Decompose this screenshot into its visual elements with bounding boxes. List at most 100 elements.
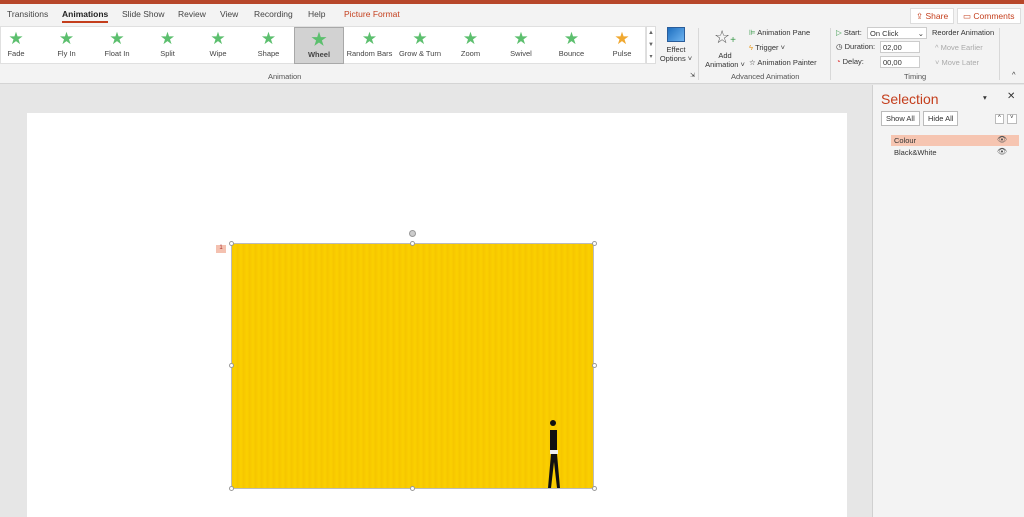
reorder-animation-label: Reorder Animation [932, 28, 995, 37]
effect-options-icon [667, 27, 685, 42]
star-icon: ★ [563, 29, 580, 48]
delay-clock-icon: ◔ [836, 57, 843, 66]
resize-handle[interactable] [592, 486, 597, 491]
delay-label-text: Delay: [842, 57, 864, 66]
start-dropdown[interactable]: On Click ⌄ [867, 27, 927, 39]
effect-options-button[interactable]: Effect Options ˅ [658, 27, 694, 63]
animation-float-in[interactable]: ★ Float In [92, 27, 142, 64]
add-animation-button[interactable]: ☆+ Add Animation ˅ [703, 27, 747, 69]
animation-label: Grow & Turn [398, 49, 442, 58]
hide-all-button[interactable]: Hide All [923, 111, 959, 126]
star-icon: ★ [361, 29, 378, 48]
selection-item[interactable]: Colour 👁 [891, 135, 1019, 146]
animation-zoom[interactable]: ★ Zoom [446, 27, 496, 64]
star-icon: ★ [159, 29, 176, 48]
tab-slide-show[interactable]: Slide Show [122, 9, 165, 19]
animation-shape[interactable]: ★ Shape [244, 27, 294, 64]
effect-options-label: Effect [666, 45, 686, 54]
animation-order-tag[interactable]: 1 [216, 245, 226, 253]
animation-painter-button[interactable]: ☆ Animation Painter [749, 58, 817, 67]
move-later-label: Move Later [941, 58, 979, 67]
resize-handle[interactable] [229, 363, 234, 368]
resize-handle[interactable] [410, 241, 415, 246]
resize-handle[interactable] [410, 486, 415, 491]
move-later-button[interactable]: ˅ Move Later [935, 58, 979, 67]
animation-group-label: Animation [268, 72, 302, 81]
show-all-button[interactable]: Show All [881, 111, 920, 126]
start-value: On Click [870, 29, 899, 38]
trigger-button[interactable]: ϟ Trigger ˅ [749, 43, 785, 52]
animation-bounce[interactable]: ★ Bounce [547, 27, 597, 64]
tab-transitions[interactable]: Transitions [7, 9, 48, 19]
animation-fade[interactable]: ★ Fade [0, 27, 41, 64]
gallery-scroll[interactable]: ▲ ▼ ▾ [646, 26, 656, 64]
comments-button[interactable]: ▭ Comments [957, 8, 1021, 24]
close-icon[interactable]: ✕ [1007, 91, 1015, 102]
animation-label: Fade [7, 49, 25, 58]
animation-label: Wipe [209, 49, 227, 58]
chevron-down-icon: ⌄ [917, 29, 924, 38]
animation-wipe[interactable]: ★ Wipe [193, 27, 243, 64]
clock-icon: ◷ [836, 42, 845, 51]
resize-handle[interactable] [592, 241, 597, 246]
animation-pane-button[interactable]: ⊫ Animation Pane [749, 28, 810, 37]
resize-handle[interactable] [229, 486, 234, 491]
bring-forward-button[interactable]: ^ [995, 114, 1004, 124]
animation-swivel[interactable]: ★ Swivel [496, 27, 546, 64]
add-animation-label: Add [718, 51, 732, 60]
delay-input[interactable]: 00,00 [880, 56, 920, 68]
move-earlier-button[interactable]: ^ Move Earlier [935, 43, 983, 52]
duration-input[interactable]: 02,00 [880, 41, 920, 53]
pane-options-icon[interactable]: ▾ [983, 93, 987, 102]
animation-label: Swivel [510, 49, 532, 58]
selection-item[interactable]: Black&White 👁 [891, 147, 1019, 158]
delay-label: ◔ Delay: [836, 57, 864, 66]
star-icon: ★ [58, 29, 75, 48]
tab-view[interactable]: View [220, 9, 238, 19]
rotate-handle[interactable] [409, 230, 416, 237]
comment-icon: ▭ [963, 11, 974, 21]
animation-random-bars[interactable]: ★ Random Bars [345, 27, 395, 64]
advanced-animation-group-label: Advanced Animation [731, 72, 800, 81]
share-button[interactable]: ⇪ Share [910, 8, 955, 24]
item-name: Black&White [894, 148, 937, 157]
resize-handle[interactable] [592, 363, 597, 368]
tab-review[interactable]: Review [178, 9, 206, 19]
tab-recording[interactable]: Recording [254, 9, 293, 19]
tab-help[interactable]: Help [308, 9, 325, 19]
delay-value: 00,00 [883, 58, 902, 67]
animation-label: Float In [104, 49, 130, 58]
animation-label: Zoom [460, 49, 481, 58]
resize-handle[interactable] [229, 241, 234, 246]
timing-group-label: Timing [904, 72, 927, 81]
animation-grow-turn[interactable]: ★ Grow & Turn [395, 27, 445, 64]
selected-picture[interactable] [231, 243, 594, 489]
ribbon-tabs: Transitions Animations Slide Show Review… [0, 4, 1024, 25]
trigger-label: Trigger ˅ [755, 43, 786, 52]
animation-label: Fly In [57, 49, 76, 58]
animation-label: Shape [257, 49, 280, 58]
divider [830, 28, 831, 80]
comments-label: Comments [973, 11, 1015, 21]
tab-picture-format[interactable]: Picture Format [344, 9, 400, 19]
animation-fly-in[interactable]: ★ Fly In [42, 27, 92, 64]
animation-split[interactable]: ★ Split [143, 27, 193, 64]
selection-pane-title: Selection [881, 91, 939, 107]
star-icon: ★ [109, 29, 125, 48]
eye-icon[interactable]: 👁 [997, 147, 1007, 156]
dialog-launcher-icon[interactable]: ⇲ [690, 72, 695, 79]
divider [698, 28, 699, 80]
collapse-ribbon-icon[interactable]: ^ [1012, 70, 1016, 79]
animation-wheel[interactable]: ★ Wheel [294, 27, 344, 64]
add-animation-label2: Animation ˅ [705, 60, 745, 69]
duration-label: ◷ Duration: [836, 42, 875, 51]
animation-pulse[interactable]: ★ Pulse [597, 27, 647, 64]
star-icon: ★ [462, 29, 479, 48]
animation-pane-label: Animation Pane [757, 28, 811, 37]
send-backward-button[interactable]: ˅ [1007, 114, 1017, 124]
star-icon: ★ [311, 30, 327, 49]
tab-animations[interactable]: Animations [62, 9, 109, 23]
animation-label: Pulse [612, 49, 632, 58]
duration-value: 02,00 [883, 43, 902, 52]
eye-icon[interactable]: 👁 [997, 135, 1007, 144]
